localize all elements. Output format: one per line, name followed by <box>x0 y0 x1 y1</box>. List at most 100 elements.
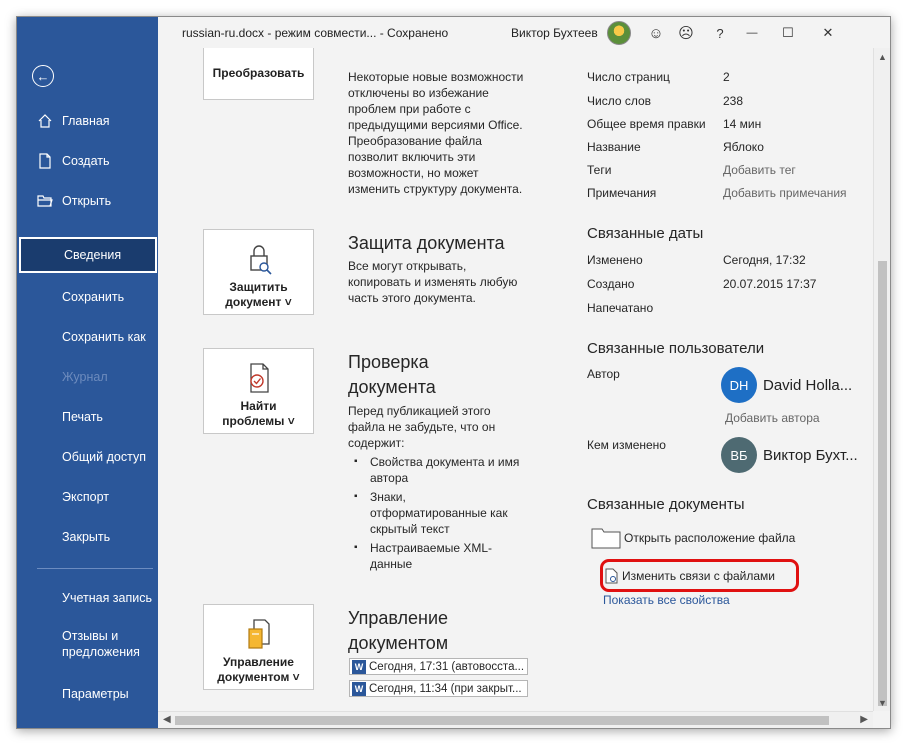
sidebar-item-print[interactable]: Печать <box>17 399 158 435</box>
manage-title: Управление документом <box>348 606 448 656</box>
scroll-up-icon[interactable]: ▲ <box>878 52 887 62</box>
description-line: содержит: <box>348 436 405 450</box>
description-line: Некоторые новые возможности <box>348 70 524 84</box>
sidebar-item-feedback[interactable]: Отзывы и предложения <box>17 620 158 670</box>
sidebar-item-open[interactable]: Открыть <box>17 183 158 219</box>
title-field[interactable]: Яблоко <box>723 140 764 154</box>
inspect-description: Перед публикацией этого файла не забудьт… <box>348 403 495 451</box>
convert-button-label: Преобразовать <box>212 66 305 80</box>
document-title: russian-ru.docx - режим совмести... - Со… <box>182 26 449 40</box>
modified-by-person[interactable]: ВБ Виктор Бухт... <box>721 437 858 473</box>
bullet-line: скрытый текст <box>370 522 450 536</box>
word-window: ← Главная Создать Открыть Сведения Сохра… <box>16 16 891 729</box>
property-value: 2 <box>723 70 730 84</box>
folder-icon <box>591 528 621 549</box>
bullet-line: данные <box>370 557 413 571</box>
account-avatar[interactable] <box>607 21 631 45</box>
bullet-line: Знаки, <box>370 490 406 504</box>
description-line: предыдущими версиями Office. <box>348 118 523 132</box>
sidebar-item-label: Сохранить <box>62 290 125 304</box>
convert-button[interactable]: Преобразовать <box>203 48 314 100</box>
open-file-location-button[interactable]: Открыть расположение файла <box>591 527 795 549</box>
version-label: Сегодня, 17:31 (автовосста... <box>369 660 525 673</box>
sidebar-item-save[interactable]: Сохранить <box>17 279 158 315</box>
check-issues-label: Найти <box>240 399 277 413</box>
author-person[interactable]: DH David Holla... <box>721 367 852 403</box>
scroll-thumb[interactable] <box>878 261 887 706</box>
scroll-down-icon[interactable]: ▼ <box>878 698 887 708</box>
word-document-icon: W <box>352 659 366 674</box>
sidebar-item-label: Учетная запись <box>62 591 153 605</box>
protect-button-label: документ ˅ <box>225 295 292 309</box>
description-line: Перед публикацией этого <box>348 404 491 418</box>
minimize-button[interactable]: — <box>740 21 764 45</box>
highlight-annotation <box>600 559 799 592</box>
vertical-scrollbar[interactable]: ▲ ▼ <box>873 48 890 711</box>
description-line: файла не забудьте, что он <box>348 420 496 434</box>
word-document-icon: W <box>352 681 366 696</box>
description-line: возможности, но может <box>348 166 479 180</box>
sidebar-item-options[interactable]: Параметры <box>17 676 158 712</box>
sidebar-item-label: Общий доступ <box>62 450 146 464</box>
property-label: Общее время правки <box>587 117 706 131</box>
title-bar: russian-ru.docx - режим совмести... - Со… <box>158 17 890 48</box>
protect-document-button[interactable]: Защитить документ ˅ <box>203 229 314 315</box>
sidebar-item-label: Открыть <box>62 194 112 208</box>
version-item[interactable]: W Сегодня, 11:34 (при закрыт... <box>349 680 528 697</box>
check-issues-button[interactable]: Найти проблемы ˅ <box>203 348 314 434</box>
property-label: Кем изменено <box>587 438 666 452</box>
close-button[interactable]: ✕ <box>816 21 840 45</box>
sidebar-item-share[interactable]: Общий доступ <box>17 439 158 475</box>
help-button[interactable]: ? <box>708 21 732 45</box>
horizontal-scrollbar[interactable]: ◀ ▶ <box>158 711 873 728</box>
account-name[interactable]: Виктор Бухтеев <box>511 26 598 40</box>
manage-document-button[interactable]: Управление документом ˅ <box>203 604 314 690</box>
related-people-header: Связанные пользователи <box>587 340 765 357</box>
sidebar-item-export[interactable]: Экспорт <box>17 479 158 515</box>
smile-icon[interactable]: ☺ <box>644 21 668 45</box>
sidebar-item-info[interactable]: Сведения <box>19 237 157 273</box>
sidebar-item-account[interactable]: Учетная запись <box>17 580 158 616</box>
property-label: Теги <box>587 163 612 177</box>
scroll-left-icon[interactable]: ◀ <box>163 714 171 725</box>
add-author-link[interactable]: Добавить автора <box>725 411 820 425</box>
sidebar-item-label: Закрыть <box>62 530 111 544</box>
sidebar-item-new[interactable]: Создать <box>17 143 158 179</box>
sidebar-item-label: Отзывы и <box>62 629 119 643</box>
sidebar-item-home[interactable]: Главная <box>17 103 158 139</box>
sidebar-item-save-as[interactable]: Сохранить как <box>17 319 158 355</box>
property-label: Напечатано <box>587 301 654 315</box>
convert-description: Некоторые новые возможности отключены во… <box>348 69 523 197</box>
protect-title: Защита документа <box>348 233 505 253</box>
back-button[interactable]: ← <box>32 65 54 87</box>
comments-field[interactable]: Добавить примечания <box>723 186 847 200</box>
scroll-right-icon[interactable]: ▶ <box>860 714 868 725</box>
property-label: Число слов <box>587 94 652 108</box>
title-line: Управление <box>348 608 449 628</box>
show-all-properties-link[interactable]: Показать все свойства <box>603 593 730 607</box>
description-line: Все могут открывать, <box>348 259 467 273</box>
avatar: ВБ <box>721 437 757 473</box>
sidebar-item-label: Главная <box>62 114 110 128</box>
open-file-location-label: Открыть расположение файла <box>624 531 796 545</box>
modified-by-name: Виктор Бухт... <box>763 446 858 464</box>
maximize-button[interactable]: ☐ <box>776 21 800 45</box>
description-line: копировать и изменять любую <box>348 275 518 289</box>
sidebar-item-close[interactable]: Закрыть <box>17 519 158 555</box>
bullet-line: Свойства документа и имя <box>370 455 520 469</box>
sidebar-item-label: Экспорт <box>62 490 109 504</box>
new-document-icon <box>39 153 51 169</box>
property-label: Число страниц <box>587 70 670 84</box>
lock-icon <box>249 245 272 275</box>
sidebar-item-history: Журнал <box>17 359 158 395</box>
version-item[interactable]: W Сегодня, 17:31 (автовосста... <box>349 658 528 675</box>
sidebar-divider <box>37 568 153 569</box>
version-label: Сегодня, 11:34 (при закрыт... <box>369 682 522 695</box>
home-icon <box>38 114 52 128</box>
property-label: Создано <box>587 277 635 291</box>
frown-icon[interactable]: ☹ <box>674 21 698 45</box>
tags-field[interactable]: Добавить тег <box>723 163 796 177</box>
manage-document-icon <box>247 619 270 649</box>
check-issues-label: проблемы ˅ <box>222 414 295 428</box>
scroll-thumb[interactable] <box>175 716 829 725</box>
